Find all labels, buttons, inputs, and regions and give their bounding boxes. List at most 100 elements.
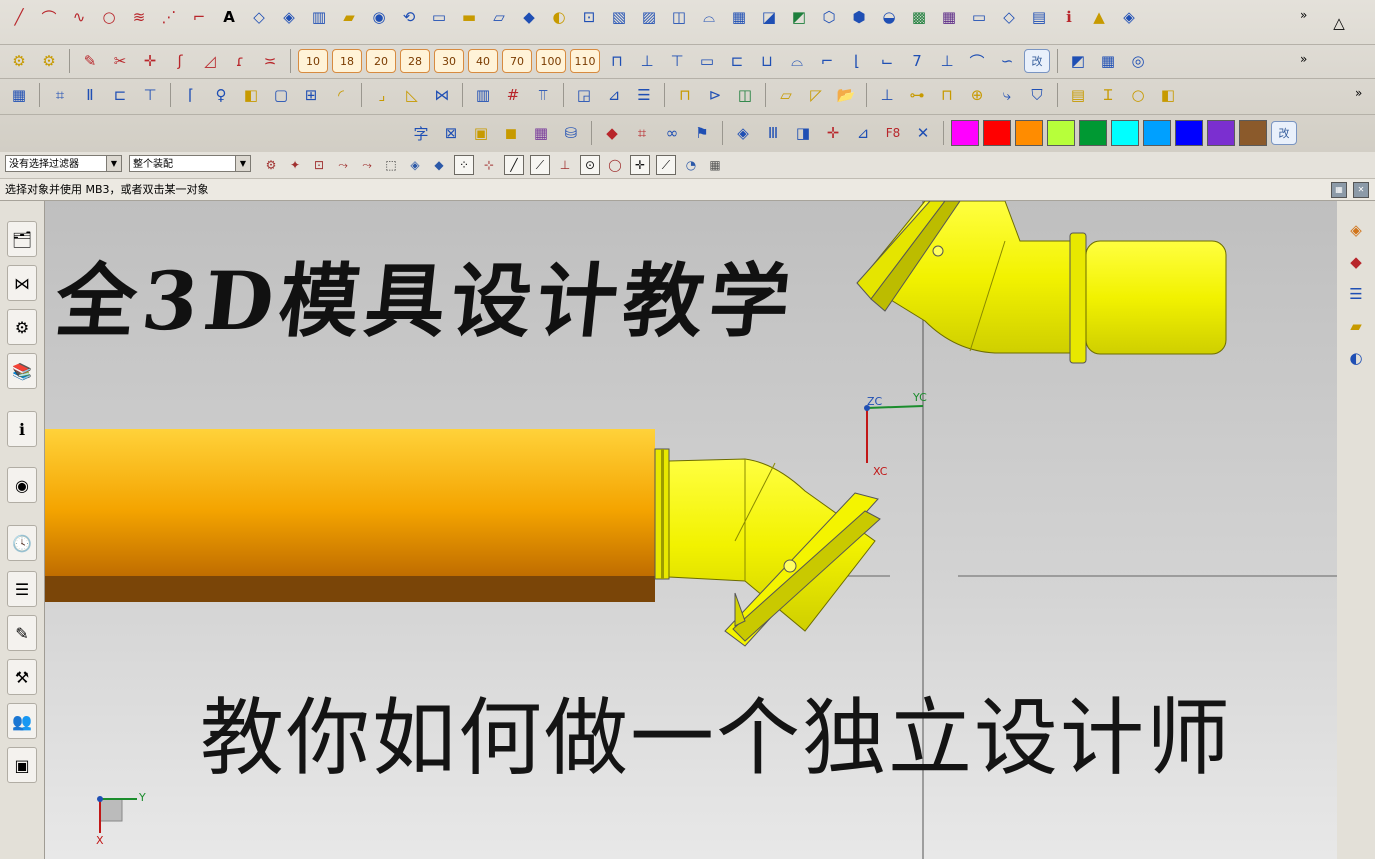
close-icon[interactable]: ✕ [1353, 182, 1369, 198]
trim-body-icon[interactable]: ◒ [876, 4, 902, 30]
mirror-icon[interactable]: ◇ [996, 4, 1022, 30]
circle-outline-icon[interactable]: ○ [1125, 82, 1151, 108]
edit-curve-icon[interactable]: ✎ [77, 48, 103, 74]
t-section-icon[interactable]: ⊤ [137, 82, 163, 108]
roles-icon[interactable]: 👥 [7, 703, 37, 739]
bend-icon[interactable]: ◜ [328, 82, 354, 108]
color-swatch-cyan[interactable] [1111, 120, 1139, 146]
list-icon[interactable]: ☰ [631, 82, 657, 108]
feature-filter-icon[interactable]: ⊡ [310, 156, 328, 174]
snap-setting-icon[interactable]: ✦ [286, 156, 304, 174]
split-curve-icon[interactable]: ✛ [137, 48, 163, 74]
fitting-icon[interactable]: ⊕ [964, 82, 990, 108]
rectangle-icon[interactable]: ▭ [966, 4, 992, 30]
rectangle-select-icon[interactable]: ⬚ [382, 156, 400, 174]
snap-midpoint-icon[interactable]: ⟋ [530, 155, 550, 175]
color-swatch-orange[interactable] [1015, 120, 1043, 146]
insert-icon[interactable]: ◧ [238, 82, 264, 108]
palette-icon[interactable]: ▦ [528, 120, 554, 146]
pin-head-icon[interactable]: ♀ [208, 82, 234, 108]
system-scene-icon[interactable]: ▣ [7, 747, 37, 783]
corner-icon[interactable]: ◿ [197, 48, 223, 74]
elbow-fitting-lower[interactable] [654, 448, 881, 647]
align-icon[interactable]: ⊿ [601, 82, 627, 108]
web-browser-icon[interactable]: ℹ [7, 411, 37, 447]
bridge-icon[interactable]: ⌒ [964, 48, 990, 74]
snap-on-curve-icon[interactable]: ⟋ [656, 155, 676, 175]
trim-curve-icon[interactable]: ✂ [107, 48, 133, 74]
column-icon[interactable]: Ⅱ [77, 82, 103, 108]
block-icon[interactable]: ▭ [426, 4, 452, 30]
color-swatch-green[interactable] [1079, 120, 1107, 146]
toolbar-overflow-icon[interactable]: » [1300, 52, 1307, 66]
modify-button-2[interactable]: 改 [1271, 121, 1297, 145]
snap-endpoint-icon[interactable]: ⊹ [480, 156, 498, 174]
color-swatch-sky[interactable] [1143, 120, 1171, 146]
sweep-icon[interactable]: ⟲ [396, 4, 422, 30]
load-product-icon[interactable]: ⚙ [36, 48, 62, 74]
toolbar-overflow-icon[interactable]: » [1355, 86, 1362, 100]
sew-icon[interactable]: ◈ [1116, 4, 1142, 30]
preset-100-button[interactable]: 100 [536, 49, 566, 73]
face-icon[interactable]: ◩ [1065, 48, 1091, 74]
text-icon[interactable]: A [216, 4, 242, 30]
snap-quadrant-icon[interactable]: ◯ [606, 156, 624, 174]
face-check-icon[interactable]: ◎ [1125, 48, 1151, 74]
window-icon[interactable]: ⊞ [298, 82, 324, 108]
lip-icon[interactable]: ⌐ [814, 48, 840, 74]
arc-icon[interactable]: ⌒ [36, 4, 62, 30]
electrode-icon[interactable]: ⊥ [874, 82, 900, 108]
panel-icon[interactable]: ▥ [470, 82, 496, 108]
color-swatch-purple[interactable] [1207, 120, 1235, 146]
select-nav2-icon[interactable]: ⤳ [358, 156, 376, 174]
mold-wizard-icon[interactable]: ⚙ [6, 48, 32, 74]
type-filter-select[interactable]: 没有选择过滤器 ▼ [5, 155, 122, 172]
double-column-icon[interactable]: Ⅲ [760, 120, 786, 146]
pocket-icon[interactable]: ◆ [516, 4, 542, 30]
line-icon[interactable]: ╱ [6, 4, 32, 30]
select-face-icon[interactable]: ◆ [430, 156, 448, 174]
scope-filter-select[interactable]: 整个装配 ▼ [129, 155, 251, 172]
cube-icon[interactable]: ▣ [468, 120, 494, 146]
constraint-navigator-icon[interactable]: ⋈ [7, 265, 37, 301]
grid-apps-icon[interactable]: ▦ [6, 82, 32, 108]
assembly-navigator-icon[interactable]: 🗂 [7, 221, 37, 257]
bridge-curve-icon[interactable]: ⋰ [156, 4, 182, 30]
color-swatch-lime[interactable] [1047, 120, 1075, 146]
cone-icon[interactable]: ▲ [1086, 4, 1112, 30]
corner-l-icon[interactable]: ⌟ [369, 82, 395, 108]
preset-20-button[interactable]: 20 [366, 49, 396, 73]
cylinder-icon[interactable]: ▥ [306, 4, 332, 30]
crosshair-icon[interactable]: ✛ [820, 120, 846, 146]
bucket-icon[interactable]: ⛁ [558, 120, 584, 146]
part-navigator-icon[interactable]: ⚙ [7, 309, 37, 345]
hook-bend-icon[interactable]: ⤷ [994, 82, 1020, 108]
size-icon[interactable]: ⊠ [438, 120, 464, 146]
groove-icon[interactable]: ▧ [606, 4, 632, 30]
preset-30-button[interactable]: 30 [434, 49, 464, 73]
emboss-icon[interactable]: ▨ [636, 4, 662, 30]
fork-icon[interactable]: ⫪ [530, 82, 556, 108]
offset-curve-icon[interactable]: ≋ [126, 4, 152, 30]
snap-point-icon[interactable]: ⁘ [454, 155, 474, 175]
face-mesh-icon[interactable]: ▦ [1095, 48, 1121, 74]
wave-icon[interactable]: ∽ [994, 48, 1020, 74]
channel-icon[interactable]: ⊔ [754, 48, 780, 74]
open-folder-icon[interactable]: 📂 [833, 82, 859, 108]
color-swatch-red[interactable] [983, 120, 1011, 146]
layer-settings-icon[interactable]: ☰ [1343, 281, 1369, 307]
grid-icon[interactable]: ▩ [906, 4, 932, 30]
boss-icon[interactable]: ▬ [456, 4, 482, 30]
bounded-plane-icon[interactable]: ⬢ [846, 4, 872, 30]
chevron-down-icon[interactable]: ▼ [106, 156, 121, 171]
snap-line-icon[interactable]: ╱ [504, 155, 524, 175]
assembly-icon[interactable]: ◫ [732, 82, 758, 108]
surface-icon[interactable]: ◫ [666, 4, 692, 30]
cube-solid-icon[interactable]: ◼ [498, 120, 524, 146]
beam-icon[interactable]: ⊏ [107, 82, 133, 108]
rib-icon[interactable]: ⊤ [664, 48, 690, 74]
pattern-icon[interactable]: ▦ [936, 4, 962, 30]
extrude-icon[interactable]: ▰ [336, 4, 362, 30]
info-icon[interactable]: ℹ [1056, 4, 1082, 30]
preset-110-button[interactable]: 110 [570, 49, 600, 73]
